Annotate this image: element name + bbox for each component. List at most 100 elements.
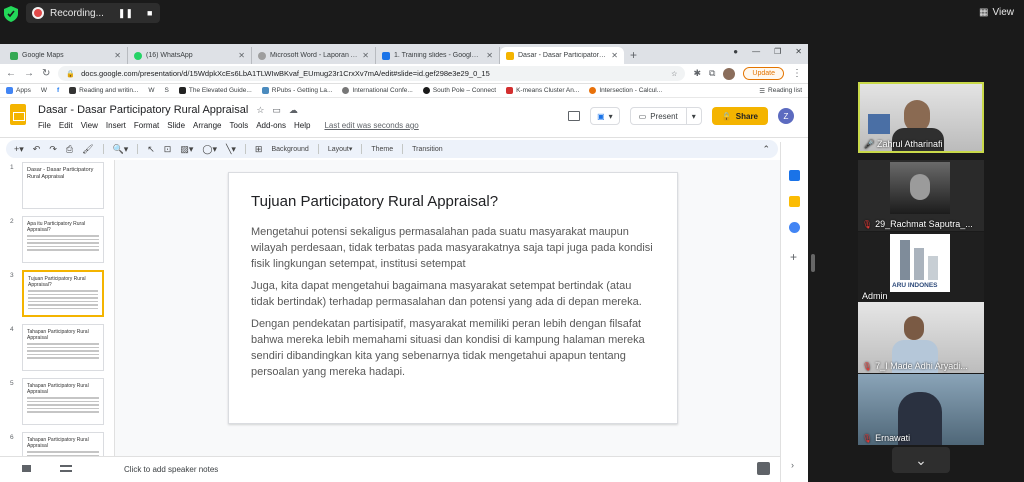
bookmark-elevated[interactable]: The Elevated Guide... [178, 87, 252, 94]
add-addon-icon[interactable]: + [790, 250, 797, 264]
reload-icon[interactable]: ↻ [42, 68, 50, 79]
bookmark-south-pole[interactable]: South Pole – Connect [422, 87, 496, 94]
tasks-icon[interactable] [789, 222, 800, 233]
stop-recording-button[interactable]: ■ [147, 8, 152, 18]
new-slide-menu-button[interactable]: ▣ ▾ [590, 107, 620, 125]
update-button[interactable]: Update [743, 67, 784, 80]
slide-paragraph[interactable]: Mengetahui potensi sekaligus permasalaha… [251, 224, 655, 272]
bookmark-international[interactable]: International Confe... [342, 87, 413, 94]
image-icon[interactable]: ▨▾ [180, 144, 193, 155]
participant-tile[interactable]: ARU INDONES Admin [858, 232, 984, 303]
slide-thumbnail[interactable]: 2 Apa itu Participatory Rural Appraisal? [0, 216, 112, 270]
close-tab-icon[interactable]: ✕ [362, 51, 369, 60]
maximize-icon[interactable]: ❐ [774, 47, 781, 56]
minimize-icon[interactable]: — [752, 47, 760, 56]
close-tab-icon[interactable]: ✕ [486, 51, 493, 60]
bookmark-kmeans[interactable]: K-means Cluster An... [506, 87, 579, 94]
comment-add-icon[interactable]: ⊞ [255, 144, 263, 155]
slide-thumbnail-selected[interactable]: 3 Tujuan Participatory Rural Appraisal? [0, 270, 112, 324]
present-dropdown-icon[interactable]: ▾ [687, 112, 701, 121]
menu-insert[interactable]: Insert [106, 121, 126, 130]
zoom-icon[interactable]: 🔍▾ [113, 144, 129, 155]
back-icon[interactable]: ← [6, 68, 16, 79]
forward-icon[interactable]: → [24, 68, 34, 79]
menu-file[interactable]: File [38, 121, 51, 130]
close-tab-icon[interactable]: ✕ [114, 51, 121, 60]
participant-tile[interactable]: 🎙 29_Rachmat Saputra_... [858, 160, 984, 231]
bookmark-star-icon[interactable]: ☆ [671, 70, 677, 78]
menu-view[interactable]: View [81, 121, 98, 130]
move-folder-icon[interactable]: ▭ [272, 105, 281, 116]
transition-button[interactable]: Transition [412, 146, 442, 153]
puzzle-icon[interactable]: ⧉ [709, 68, 715, 79]
user-avatar[interactable]: Z [778, 108, 794, 124]
participant-tile[interactable]: 🎙 7_I Made Adhi Aryadi... [858, 302, 984, 373]
more-menu-icon[interactable]: ⋮ [792, 68, 802, 79]
explore-icon[interactable] [757, 462, 770, 475]
filmstrip-view-icon[interactable] [60, 465, 72, 472]
last-edit-link[interactable]: Last edit was seconds ago [324, 121, 418, 130]
menu-tools[interactable]: Tools [230, 121, 249, 130]
shape-icon[interactable]: ◯▾ [202, 144, 217, 155]
star-icon[interactable]: ☆ [256, 105, 264, 116]
tab-search-icon[interactable]: ● [733, 47, 738, 56]
close-tab-icon[interactable]: ✕ [611, 51, 618, 60]
tab-google-drive[interactable]: 1. Training slides - Google Drive ✕ [376, 47, 500, 64]
bookmark-reading[interactable]: Reading and writin... [69, 87, 138, 94]
menu-edit[interactable]: Edit [59, 121, 73, 130]
calendar-icon[interactable] [789, 170, 800, 181]
undo-icon[interactable]: ↶ [33, 144, 41, 155]
slide-paragraph[interactable]: Juga, kita dapat mengetahui bagaimana ma… [251, 278, 655, 310]
theme-button[interactable]: Theme [371, 146, 393, 153]
collapse-toolbar-icon[interactable]: ⌃ [762, 144, 770, 155]
extension-icon[interactable]: ✱ [693, 68, 701, 79]
panel-resize-handle[interactable] [811, 254, 815, 272]
print-icon[interactable]: ⎙ [66, 144, 73, 155]
new-slide-plus-icon[interactable]: +▾ [14, 144, 24, 155]
current-slide[interactable]: Tujuan Participatory Rural Appraisal? Me… [228, 172, 678, 424]
bookmark-s[interactable]: S [165, 87, 169, 94]
pause-recording-button[interactable]: ❚❚ [118, 8, 133, 19]
share-button[interactable]: 🔒 Share [711, 107, 768, 125]
slide-thumbnail[interactable]: 6 Tahapan Participatory Rural Appraisal [0, 432, 112, 456]
speaker-notes[interactable]: Click to add speaker notes [114, 456, 780, 482]
bookmark-w2[interactable]: W [148, 87, 154, 94]
tab-slides[interactable]: Dasar - Dasar Participatory Rural ✕ [500, 47, 624, 64]
slide-paragraph[interactable]: Dengan pendekatan partisipatif, masyarak… [251, 316, 655, 380]
keep-icon[interactable] [789, 196, 800, 207]
participant-tile[interactable]: 🎙 Ernawati [858, 374, 984, 445]
slide-title[interactable]: Tujuan Participatory Rural Appraisal? [251, 193, 655, 210]
slide-thumbnail[interactable]: 1 Dasar - Dasar Participatory Rural Appr… [0, 162, 112, 216]
address-bar[interactable]: 🔒 docs.google.com/presentation/d/15WdpkX… [58, 66, 686, 81]
bookmark-facebook[interactable]: f [57, 87, 59, 94]
menu-format[interactable]: Format [134, 121, 159, 130]
slides-logo-icon[interactable] [10, 104, 26, 125]
bookmark-intersection[interactable]: Intersection - Calcul... [589, 87, 662, 94]
redo-icon[interactable]: ↷ [49, 144, 57, 155]
scroll-participants-down-button[interactable]: ⌄ [892, 447, 950, 473]
expand-panel-icon[interactable]: › [791, 460, 794, 470]
paint-format-icon[interactable]: 🖌 [82, 144, 93, 155]
grid-view-icon[interactable] [22, 465, 31, 472]
slide-thumbnail[interactable]: 4 Tahapan Participatory Rural Appraisal [0, 324, 112, 378]
slide-thumbnail[interactable]: 5 Tahapan Participatory Rural Appraisal [0, 378, 112, 432]
close-tab-icon[interactable]: ✕ [238, 51, 245, 60]
close-window-icon[interactable]: ✕ [795, 47, 802, 56]
layout-button[interactable]: Layout▾ [328, 145, 353, 153]
profile-avatar[interactable] [723, 67, 736, 80]
select-cursor-icon[interactable]: ↖ [147, 144, 155, 155]
tab-google-maps[interactable]: Google Maps ✕ [4, 47, 128, 64]
background-button[interactable]: Background [271, 146, 308, 153]
menu-slide[interactable]: Slide [167, 121, 185, 130]
new-tab-button[interactable]: + [624, 48, 643, 64]
line-icon[interactable]: ╲▾ [226, 144, 236, 155]
tab-microsoft-word[interactable]: Microsoft Word - Laporan Akhir ✕ [252, 47, 376, 64]
bookmark-apps[interactable]: Apps [6, 87, 31, 94]
menu-arrange[interactable]: Arrange [193, 121, 221, 130]
bookmark-w1[interactable]: W [41, 87, 47, 94]
document-title[interactable]: Dasar - Dasar Participatory Rural Apprai… [38, 104, 248, 116]
bookmark-rpubs[interactable]: RPubs - Getting La... [261, 87, 332, 94]
view-button[interactable]: ▦ View [979, 7, 1014, 18]
tab-whatsapp[interactable]: (16) WhatsApp ✕ [128, 47, 252, 64]
text-box-icon[interactable]: ⊡ [164, 144, 172, 155]
